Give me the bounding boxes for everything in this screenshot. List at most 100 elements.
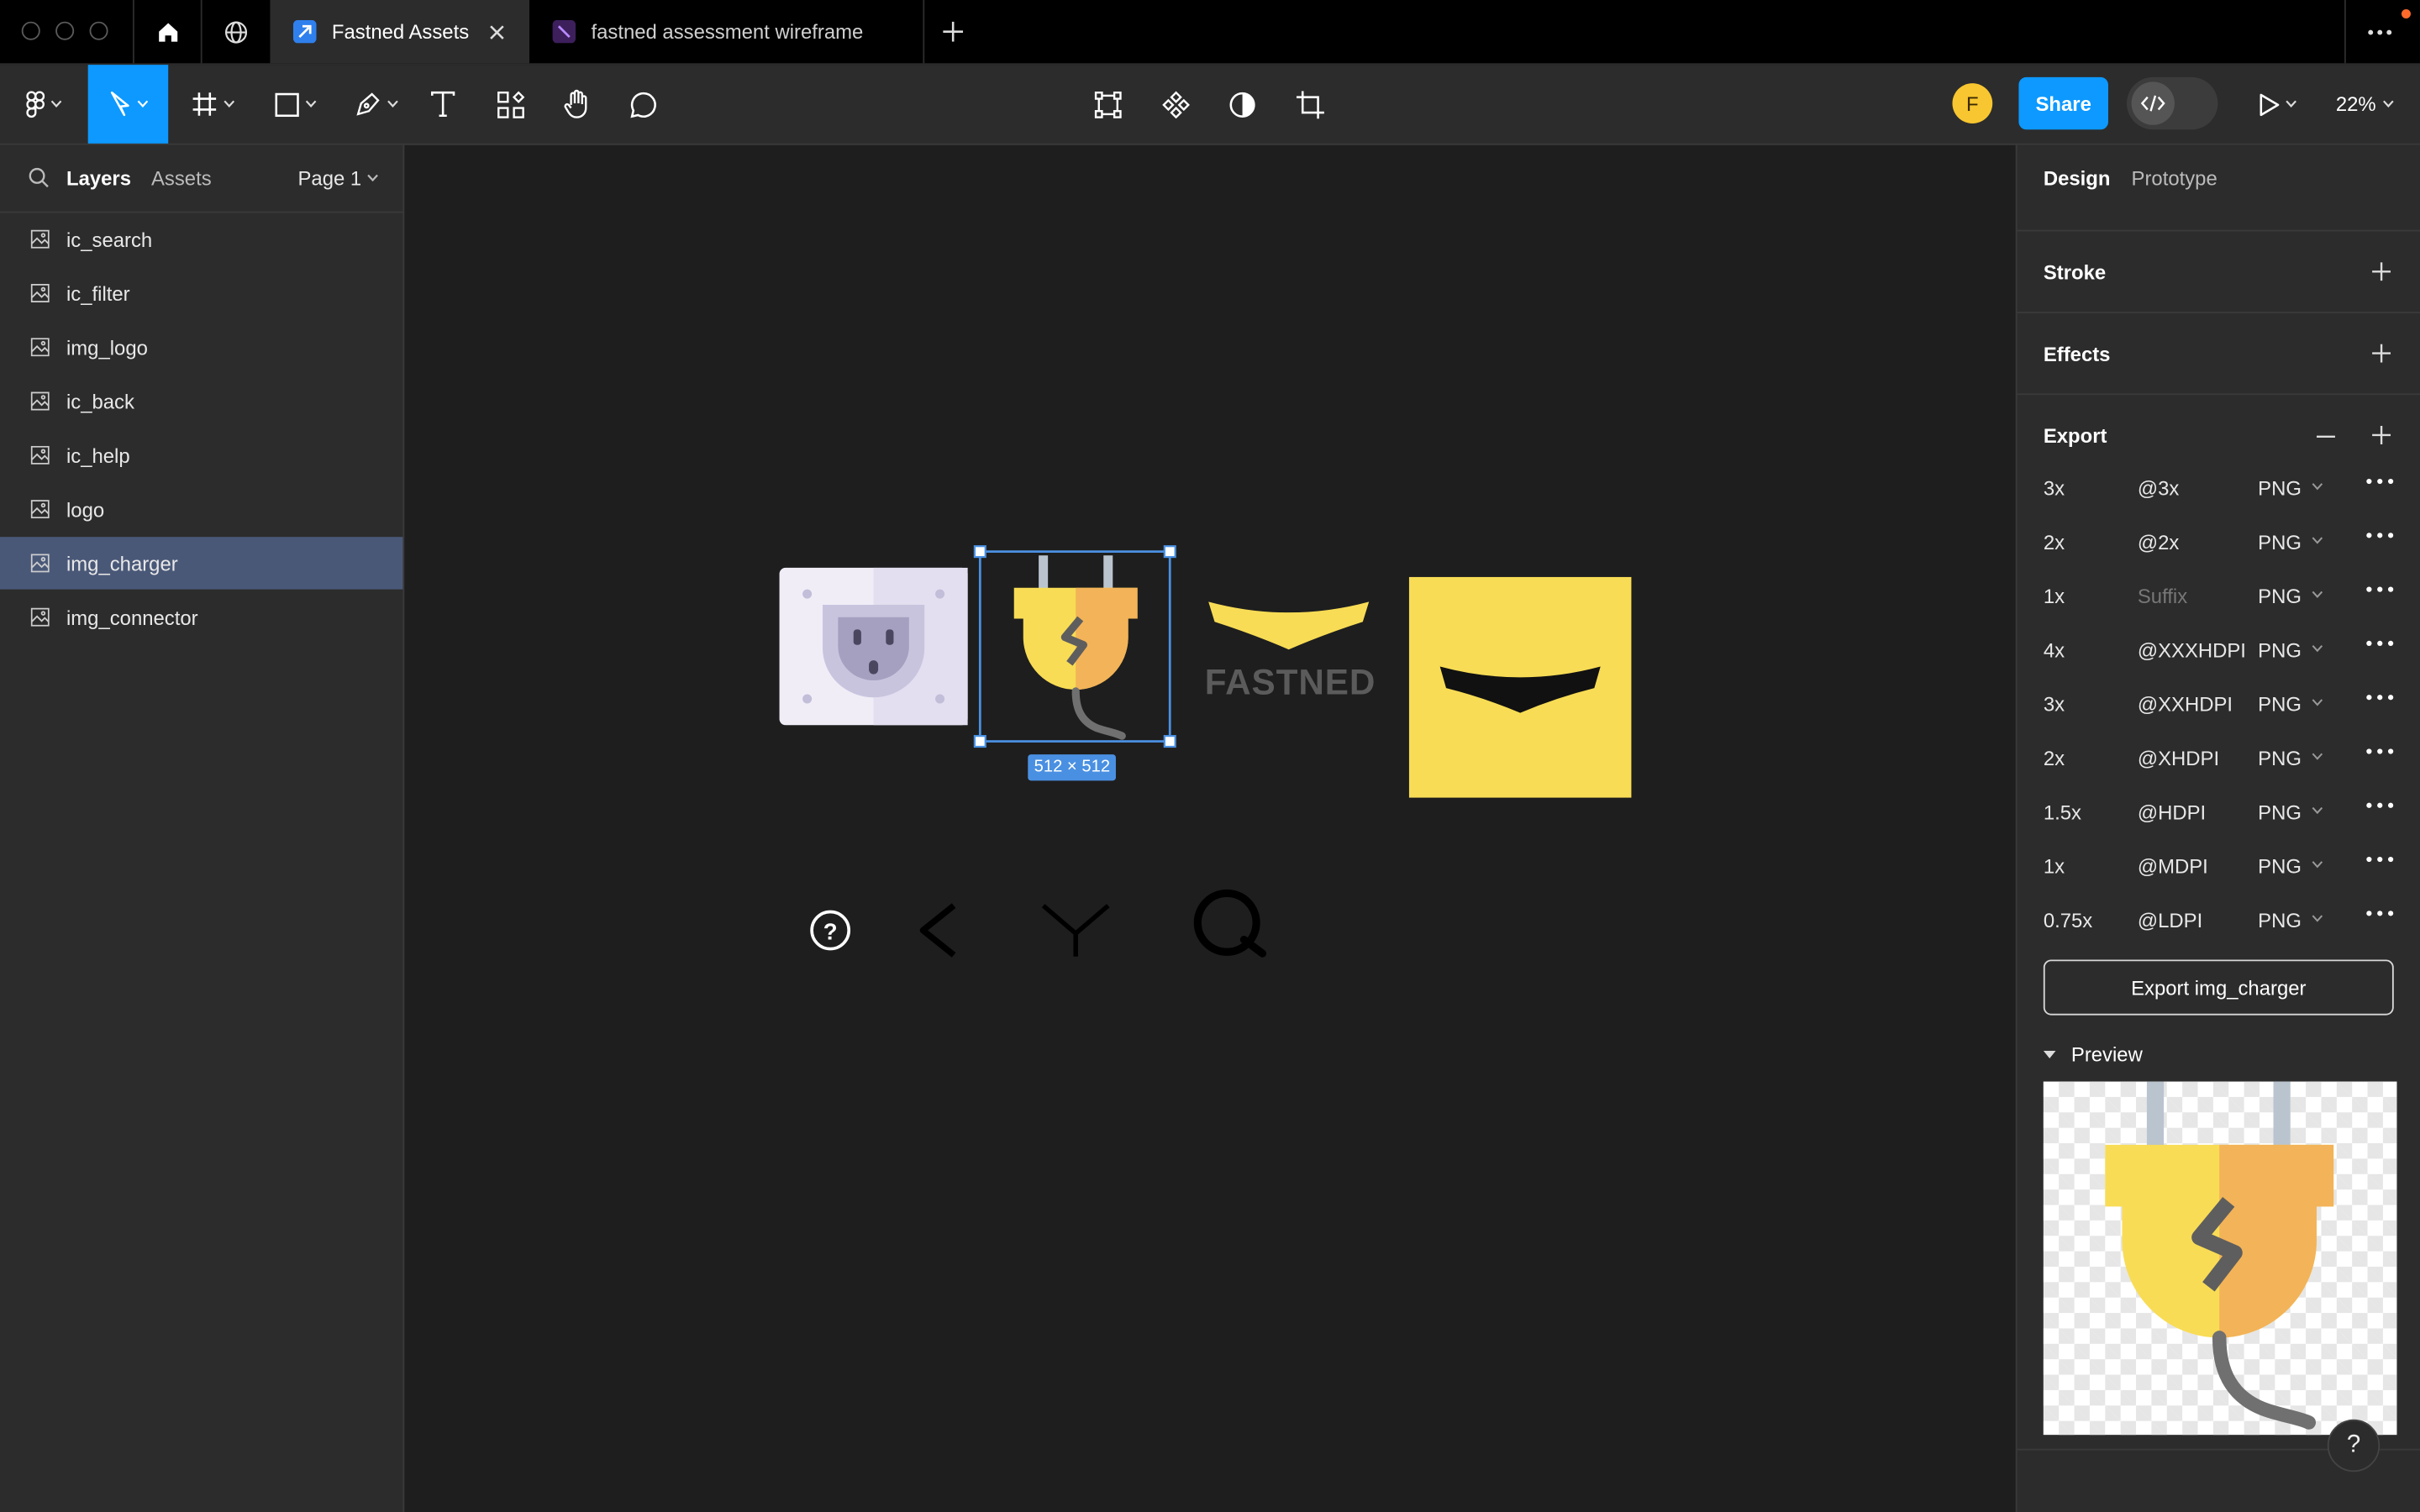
export-button[interactable]: Export img_charger xyxy=(2043,959,2394,1016)
img-charger-artwork[interactable] xyxy=(1013,555,1138,740)
avatar[interactable]: F xyxy=(1952,83,1993,123)
export-format[interactable]: PNG xyxy=(2258,477,2302,501)
more-icon[interactable] xyxy=(2366,586,2394,592)
layer-row[interactable]: ic_back xyxy=(0,375,402,427)
move-tool-button[interactable] xyxy=(87,65,169,144)
resources-tool-button[interactable] xyxy=(487,65,534,144)
export-scale[interactable]: 0.75x xyxy=(2044,909,2092,932)
tab-design[interactable]: Design xyxy=(2044,166,2111,190)
canvas[interactable]: FASTNED ? 512 × 512 xyxy=(404,145,2016,1512)
export-format[interactable]: PNG xyxy=(2258,638,2302,662)
close-icon[interactable] xyxy=(489,24,504,39)
img-connector-artwork[interactable] xyxy=(779,567,968,726)
tab-prototype[interactable]: Prototype xyxy=(2132,166,2217,190)
layer-row[interactable]: img_charger xyxy=(0,537,403,590)
add-export-icon[interactable] xyxy=(2372,425,2391,444)
main-menu-button[interactable] xyxy=(9,65,77,144)
export-format[interactable]: PNG xyxy=(2258,801,2302,824)
layer-row[interactable]: ic_help xyxy=(0,429,402,481)
add-stroke-icon[interactable] xyxy=(2372,262,2391,281)
add-effect-icon[interactable] xyxy=(2372,344,2391,363)
selection-handle[interactable] xyxy=(973,735,986,748)
page-selector[interactable]: Page 1 xyxy=(297,166,379,190)
more-icon[interactable] xyxy=(2366,478,2394,485)
export-format[interactable]: PNG xyxy=(2258,531,2302,554)
shape-tool-button[interactable] xyxy=(260,65,329,144)
help-icon[interactable]: ? xyxy=(810,910,851,951)
frame-tool-button[interactable] xyxy=(179,65,247,144)
export-format[interactable]: PNG xyxy=(2258,747,2302,770)
back-icon[interactable] xyxy=(919,903,956,958)
selection-handle[interactable] xyxy=(1163,735,1176,748)
tab-assets[interactable]: Assets xyxy=(151,166,212,190)
comment-tool-button[interactable] xyxy=(620,65,666,144)
more-icon[interactable] xyxy=(2366,640,2394,647)
export-format[interactable]: PNG xyxy=(2258,585,2302,608)
export-format[interactable]: PNG xyxy=(2258,909,2302,932)
export-section-title: Export xyxy=(2043,424,2107,448)
tab-fastned-assets[interactable]: Fastned Assets xyxy=(270,0,530,64)
export-suffix[interactable]: @XHDPI xyxy=(2138,747,2219,770)
crop-button[interactable] xyxy=(1287,65,1334,144)
selection-size: 512 × 512 xyxy=(1034,757,1111,776)
layer-row[interactable]: img_connector xyxy=(0,591,402,643)
export-scale[interactable]: 1.5x xyxy=(2044,801,2081,824)
window-minimize-button[interactable] xyxy=(55,21,75,40)
text-tool-button[interactable] xyxy=(420,65,466,144)
export-suffix[interactable]: @LDPI xyxy=(2138,909,2202,932)
more-icon[interactable] xyxy=(2366,748,2394,754)
home-button[interactable] xyxy=(132,0,203,64)
mask-button[interactable] xyxy=(1219,65,1265,144)
layer-row[interactable]: img_logo xyxy=(0,321,402,373)
share-button[interactable]: Share xyxy=(2018,76,2108,130)
help-button[interactable]: ? xyxy=(2327,1419,2381,1473)
export-scale[interactable]: 1x xyxy=(2044,855,2065,879)
export-suffix[interactable]: @2x xyxy=(2138,531,2179,554)
more-icon[interactable] xyxy=(2366,911,2394,916)
window-maximize-button[interactable] xyxy=(89,21,108,40)
remove-export-icon[interactable] xyxy=(2316,435,2335,438)
new-tab-icon[interactable] xyxy=(943,21,964,42)
layer-row[interactable]: ic_search xyxy=(0,213,402,265)
more-icon[interactable] xyxy=(2366,533,2394,538)
export-format[interactable]: PNG xyxy=(2258,693,2302,717)
selection-handle[interactable] xyxy=(1163,545,1176,559)
preview-toggle[interactable]: Preview xyxy=(2043,1043,2143,1066)
more-icon[interactable] xyxy=(2366,856,2394,863)
present-button[interactable] xyxy=(2245,65,2307,144)
filter-icon[interactable] xyxy=(1041,904,1110,957)
pen-tool-button[interactable] xyxy=(343,65,411,144)
export-scale[interactable]: 3x xyxy=(2044,693,2065,717)
more-icon[interactable] xyxy=(2366,802,2394,808)
community-button[interactable] xyxy=(200,0,271,64)
tab-layers[interactable]: Layers xyxy=(66,166,131,190)
dev-mode-toggle[interactable] xyxy=(2127,76,2218,130)
export-scale[interactable]: 2x xyxy=(2044,747,2065,770)
more-icon[interactable] xyxy=(2366,695,2394,701)
export-scale[interactable]: 3x xyxy=(2044,477,2065,501)
zoom-dropdown[interactable]: 22% xyxy=(2328,65,2402,144)
export-scale[interactable]: 1x xyxy=(2044,585,2065,608)
search-icon[interactable] xyxy=(1193,889,1267,958)
window-close-button[interactable] xyxy=(21,21,40,40)
component-button[interactable] xyxy=(1153,65,1199,144)
edit-object-button[interactable] xyxy=(1085,65,1131,144)
export-suffix[interactable]: @MDPI xyxy=(2138,855,2208,879)
export-scale[interactable]: 2x xyxy=(2044,531,2065,554)
export-scale[interactable]: 4x xyxy=(2044,638,2065,662)
selection-handle[interactable] xyxy=(973,545,986,559)
search-icon[interactable] xyxy=(28,166,50,188)
tab-fastned-wireframe[interactable]: fastned assessment wireframe xyxy=(531,0,925,64)
layer-row[interactable]: ic_filter xyxy=(0,267,402,319)
export-suffix[interactable]: @3x xyxy=(2138,477,2179,501)
img-logo-artwork[interactable] xyxy=(1408,576,1632,798)
export-suffix[interactable]: @XXHDPI xyxy=(2138,693,2233,717)
layer-row[interactable]: logo xyxy=(0,483,402,535)
zoom-value: 22% xyxy=(2335,92,2376,116)
export-suffix[interactable]: @XXXHDPI xyxy=(2138,638,2246,662)
export-suffix-placeholder[interactable]: Suffix xyxy=(2138,585,2187,608)
export-suffix[interactable]: @HDPI xyxy=(2138,801,2206,824)
export-format[interactable]: PNG xyxy=(2258,855,2302,879)
logo-artwork[interactable]: FASTNED xyxy=(1205,601,1376,702)
hand-tool-button[interactable] xyxy=(554,65,600,144)
